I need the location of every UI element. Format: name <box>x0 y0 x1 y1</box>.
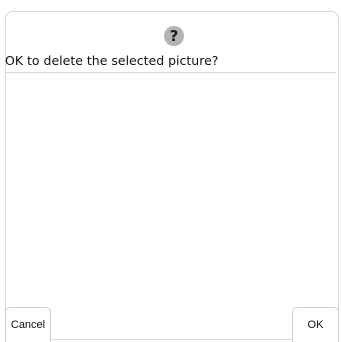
dialog-message: OK to delete the selected picture? <box>5 53 219 68</box>
ok-button[interactable]: OK <box>292 307 339 342</box>
cancel-button[interactable]: Cancel <box>5 307 51 342</box>
divider <box>5 72 336 73</box>
question-icon: ? <box>164 26 184 46</box>
